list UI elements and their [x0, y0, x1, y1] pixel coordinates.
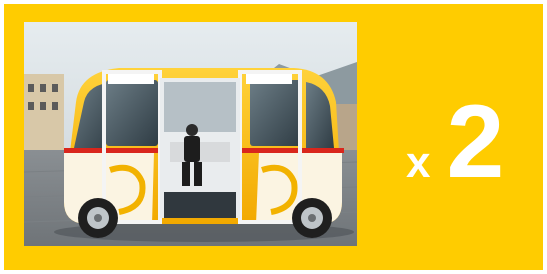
yellow-panel: x 2: [4, 4, 543, 270]
multiplier-label: x 2: [406, 90, 504, 200]
multiply-symbol: x: [406, 138, 431, 187]
page-frame: x 2: [0, 0, 547, 274]
shuttle-bus-photo: [24, 22, 357, 246]
multiplier-count: 2: [446, 84, 505, 200]
